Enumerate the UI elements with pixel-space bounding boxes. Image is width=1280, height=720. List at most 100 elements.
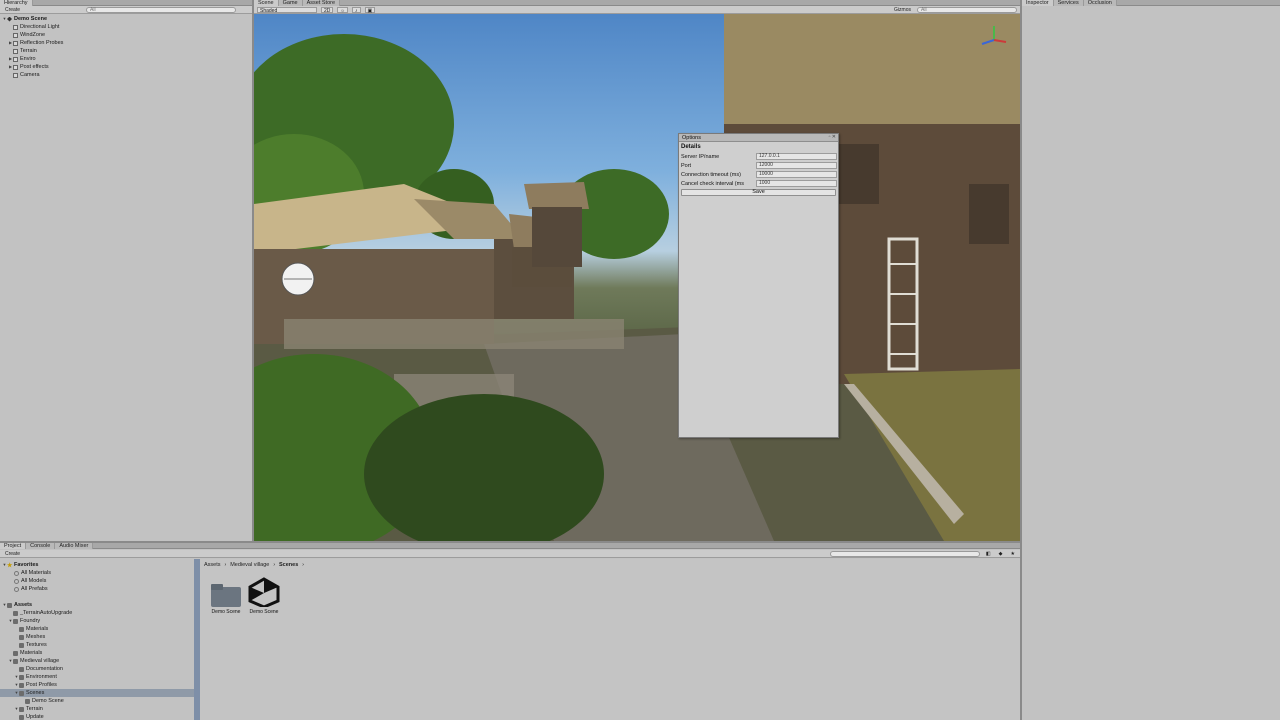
asset-label: Demo Scene (249, 609, 279, 615)
expand-arrow-icon[interactable]: ▼ (2, 15, 7, 23)
port-label: Port (681, 162, 692, 169)
hierarchy-search-input[interactable]: All (86, 6, 237, 13)
project-create-button[interactable]: Create (3, 551, 22, 557)
project-folder-item[interactable]: _TerrainAutoUpgrade (0, 609, 194, 617)
project-folder-item[interactable]: Materials (0, 649, 194, 657)
options-dialog-titlebar[interactable]: Options ▫ ✕ (679, 134, 838, 142)
hierarchy-item[interactable]: Terrain (8, 47, 37, 55)
favorites-header[interactable]: ▼ ★ Favorites (2, 561, 39, 569)
asset-item[interactable]: Demo Scene (206, 577, 246, 621)
assets-header[interactable]: ▼ Assets (2, 601, 33, 609)
favorite-item[interactable]: All Materials (14, 569, 51, 577)
project-folder-item[interactable]: ▼ Scenes (0, 689, 194, 697)
search-icon (14, 586, 19, 592)
folder-icon (209, 579, 243, 613)
project-folder-item[interactable]: Demo Scene (0, 697, 194, 705)
close-icon[interactable]: ▫ ✕ (829, 135, 836, 140)
scene-toolbar: Shaded 2D ☼ ♪ ▣ Gizmos All (254, 6, 1020, 14)
assets-label: Assets (14, 602, 33, 608)
scene-viewport[interactable] (254, 14, 1020, 541)
audio-toggle-icon[interactable]: ♪ (352, 6, 361, 14)
hierarchy-item[interactable]: ▶ Post effects (8, 63, 49, 71)
chevron-right-icon: › (273, 562, 275, 568)
tab-project[interactable]: Project (0, 543, 27, 549)
hierarchy-item[interactable]: WindZone (8, 31, 45, 39)
tab-console[interactable]: Console (26, 543, 56, 549)
scene-root[interactable]: ▼ Demo Scene (2, 15, 48, 23)
folder-icon (19, 674, 24, 680)
gizmos-dropdown[interactable]: Gizmos (892, 7, 913, 13)
folder-icon (19, 642, 24, 648)
port-row: Port 12000 (679, 161, 838, 170)
inspector-tabbar: Inspector Services Occlusion (1022, 0, 1280, 6)
folder-icon (13, 650, 18, 656)
chevron-right-icon: › (224, 562, 227, 568)
filter-label-icon[interactable]: ◆ (997, 551, 1005, 557)
toggle-2d-button[interactable]: 2D (321, 6, 334, 14)
project-folder-label: Terrain (26, 706, 43, 712)
gameobject-icon (13, 64, 18, 70)
hierarchy-item[interactable]: ▶ Reflection Probes (8, 39, 63, 47)
gameobject-icon (13, 48, 18, 54)
favorite-item[interactable]: All Prefabs (14, 585, 48, 593)
project-folder-item[interactable]: ▼ Terrain (0, 705, 194, 713)
tab-occlusion[interactable]: Occlusion (1083, 0, 1117, 6)
connection-timeout-label: Connection timeout (ms) (681, 171, 741, 178)
favorite-star-icon[interactable]: ★ (1009, 551, 1017, 557)
project-folder-label: Post Profiles (26, 682, 57, 688)
project-folder-item[interactable]: ▼ Foundry (0, 617, 194, 625)
hierarchy-item[interactable]: Camera (8, 71, 40, 79)
project-folder-label: Environment (26, 674, 57, 680)
project-search-input[interactable] (829, 550, 980, 557)
hierarchy-item-label: Reflection Probes (20, 40, 64, 46)
project-folder-item[interactable]: Meshes (0, 633, 194, 641)
project-folder-label: Meshes (26, 634, 46, 640)
filter-type-icon[interactable]: ◧ (984, 551, 993, 557)
scene-search-input[interactable]: All (917, 6, 1017, 13)
favorite-item-label: All Models (21, 578, 47, 584)
gameobject-icon (13, 24, 18, 30)
scene-root-label: Demo Scene (14, 16, 48, 22)
asset-item[interactable]: Demo Scene (244, 577, 284, 621)
unity-scene-icon (7, 16, 12, 22)
options-dialog-title: Options (682, 135, 701, 141)
shading-mode-dropdown[interactable]: Shaded (257, 6, 317, 14)
tab-services[interactable]: Services (1053, 0, 1084, 6)
breadcrumb-assets[interactable]: Assets (204, 562, 221, 568)
hierarchy-item[interactable]: ▶ Enviro (8, 55, 36, 63)
save-button[interactable]: Save (681, 189, 836, 196)
effects-dropdown-icon[interactable]: ▣ (364, 6, 376, 14)
tab-audio-mixer[interactable]: Audio Mixer (55, 543, 94, 549)
favorite-item-label: All Prefabs (21, 586, 48, 592)
project-folder-item[interactable]: Materials (0, 625, 194, 633)
port-field[interactable]: 12000 (756, 162, 837, 169)
server-ip-field[interactable]: 127.0.0.1 (756, 153, 837, 160)
project-folder-item[interactable]: Documentation (0, 665, 194, 673)
connection-timeout-field[interactable]: 10000 (756, 171, 837, 178)
project-folder-item[interactable]: ▼ Post Profiles (0, 681, 194, 689)
hierarchy-toolbar: Create All (0, 6, 252, 14)
breadcrumb: Assets › Medieval village › Scenes › (204, 562, 304, 568)
details-section-heading: Details (681, 144, 701, 150)
project-folder-label: Update (26, 714, 44, 720)
folder-icon (13, 610, 18, 616)
breadcrumb-scenes[interactable]: Scenes (279, 562, 298, 568)
folder-icon (19, 706, 24, 712)
cancel-check-interval-field[interactable]: 1000 (756, 180, 837, 187)
lighting-toggle-icon[interactable]: ☼ (337, 6, 348, 14)
project-folder-item[interactable]: Textures (0, 641, 194, 649)
hierarchy-create-button[interactable]: Create (3, 7, 22, 13)
project-tabbar: Project Console Audio Mixer (0, 543, 1020, 549)
project-tree: ▼ ★ Favorites All Materials All Models All… (0, 559, 194, 720)
server-ip-row: Server IP/name 127.0.0.1 (679, 152, 838, 161)
project-folder-item[interactable]: ▼ Medieval village (0, 657, 194, 665)
hierarchy-panel: ▼ Demo Scene Directional Light WindZone ▶ R… (0, 15, 252, 543)
project-folder-item[interactable]: ▼ Environment (0, 673, 194, 681)
folder-icon (19, 666, 24, 672)
folder-icon (25, 698, 30, 704)
tab-inspector[interactable]: Inspector (1022, 0, 1054, 6)
project-folder-item[interactable]: Update (0, 713, 194, 720)
hierarchy-item[interactable]: Directional Light (8, 23, 59, 31)
breadcrumb-medieval-village[interactable]: Medieval village (230, 562, 269, 568)
favorite-item[interactable]: All Models (14, 577, 46, 585)
